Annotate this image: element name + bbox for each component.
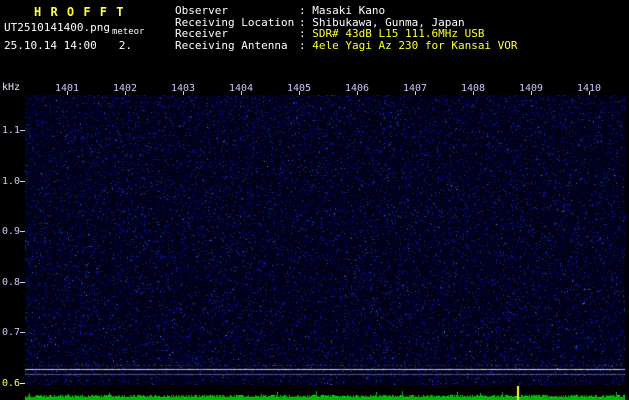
freq-tick-label: 1.1 bbox=[2, 125, 21, 136]
time-tick-label: 1407 bbox=[402, 83, 428, 94]
info-row: Receiving Antenna: 4ele Yagi Az 230 for … bbox=[175, 38, 518, 52]
freq-tick-label: 1.0 bbox=[2, 176, 21, 187]
time-tick-label: 1404 bbox=[228, 83, 254, 94]
target-label: meteor bbox=[111, 27, 145, 37]
file-line: UT2510141400.png meteor bbox=[4, 21, 145, 37]
time-tick-label: 1409 bbox=[518, 83, 544, 94]
time-tick-label: 1410 bbox=[576, 83, 602, 94]
header-info: Observer: Masaki Kano Receiving Location:… bbox=[175, 5, 518, 51]
time-tick-label: 1401 bbox=[54, 83, 80, 94]
info-value: 4ele Yagi Az 230 for Kansai VOR bbox=[312, 38, 518, 52]
datetime: 25.10.14 14:00 bbox=[4, 39, 97, 52]
info-separator: : bbox=[299, 38, 313, 52]
freq-tick-label: 0.9 bbox=[2, 226, 21, 237]
signal-level-canvas bbox=[25, 386, 625, 400]
echo-count: 2. bbox=[118, 39, 132, 52]
freq-unit-label: kHz bbox=[2, 82, 21, 93]
app-title: H R O F F T bbox=[34, 5, 125, 19]
info-label: Receiving Antenna bbox=[175, 38, 288, 52]
freq-tick-label: 0.6 bbox=[2, 378, 21, 389]
info-label: Receiver bbox=[175, 27, 228, 40]
info-label: Observer bbox=[175, 4, 228, 17]
filename: UT2510141400.png bbox=[4, 21, 110, 34]
time-tick-label: 1408 bbox=[460, 83, 486, 94]
time-tick-label: 1405 bbox=[286, 83, 312, 94]
time-tick-label: 1406 bbox=[344, 83, 370, 94]
hrofft-output: H R O F F T UT2510141400.png meteor 25.10… bbox=[0, 0, 629, 400]
spectrogram-canvas bbox=[25, 95, 625, 385]
date-line: 25.10.14 14:00 2. bbox=[4, 39, 132, 52]
time-tick-label: 1402 bbox=[112, 83, 138, 94]
time-tick-label: 1403 bbox=[170, 83, 196, 94]
freq-tick-label: 0.7 bbox=[2, 327, 21, 338]
freq-tick-label: 0.8 bbox=[2, 277, 21, 288]
